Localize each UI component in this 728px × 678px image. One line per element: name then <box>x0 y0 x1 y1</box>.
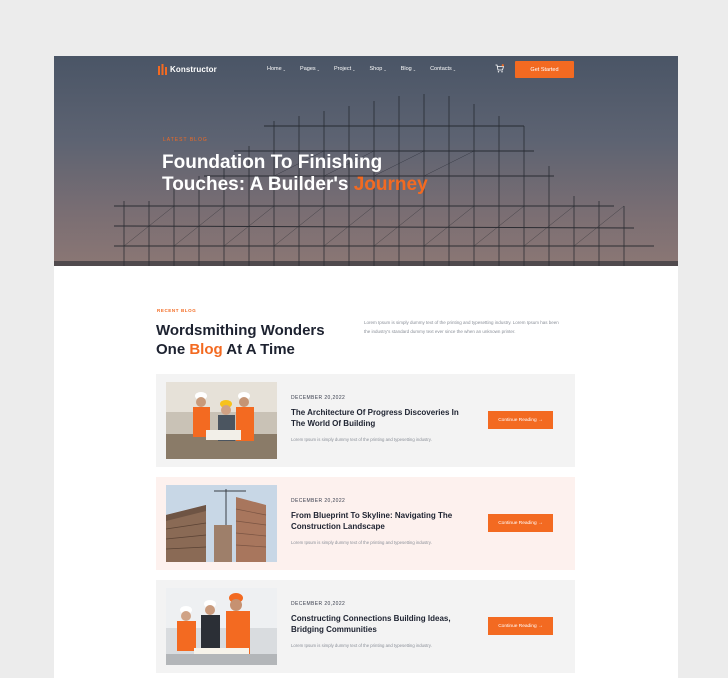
engineers-meeting-image[interactable] <box>166 588 277 665</box>
post-title[interactable]: The Architecture Of Progress Discoveries… <box>291 407 471 429</box>
blog-card: DECEMBER 20,2022 Constructing Connection… <box>156 580 575 673</box>
brand-name: Konstructor <box>170 65 217 74</box>
post-excerpt: Lorem Ipsum is simply dummy text of the … <box>291 540 432 545</box>
chevron-down-icon: ⌄ <box>452 66 457 72</box>
menu-label: Pages <box>300 66 316 72</box>
section-title-prefix: One <box>156 341 190 358</box>
continue-reading-button[interactable]: Continue Reading → <box>488 617 553 635</box>
post-date: DECEMBER 20,2022 <box>291 498 346 504</box>
section-title: Wordsmithing Wonders One Blog At A Time <box>156 321 356 359</box>
post-excerpt: Lorem Ipsum is simply dummy text of the … <box>291 643 432 648</box>
hero-title-line2: Touches: A Builder's <box>162 174 354 195</box>
blog-card: DECEMBER 20,2022 The Architecture Of Pro… <box>156 374 575 467</box>
menu-item-project[interactable]: Project ⌄ <box>334 66 355 72</box>
get-started-button[interactable]: Get Started <box>515 61 574 78</box>
blog-card: DECEMBER 20,2022 From Blueprint To Skyli… <box>156 477 575 570</box>
section-title-line1: Wordsmithing Wonders <box>156 322 325 339</box>
menu-item-pages[interactable]: Pages ⌄ <box>300 66 320 72</box>
menu-item-home[interactable]: Home ⌄ <box>267 66 286 72</box>
menu-label: Home <box>267 66 282 72</box>
chevron-down-icon: ⌄ <box>316 66 320 72</box>
post-date: DECEMBER 20,2022 <box>291 395 346 401</box>
menu-item-contacts[interactable]: Contacts ⌄ <box>430 66 456 72</box>
hero-title: Foundation To Finishing Touches: A Build… <box>162 152 482 196</box>
chevron-down-icon: ⌄ <box>412 66 417 72</box>
chevron-down-icon: ⌄ <box>352 66 356 72</box>
post-title[interactable]: Constructing Connections Building Ideas,… <box>291 613 471 635</box>
post-excerpt: Lorem Ipsum is simply dummy text of the … <box>291 437 432 442</box>
hero-eyebrow: LATEST BLOG <box>163 137 208 143</box>
hero-banner: Konstructor Home ⌄ Pages ⌄ Project ⌄ Shop ⌄ … <box>54 56 678 266</box>
menu-label: Blog <box>400 66 412 72</box>
recent-eyebrow: RECENT BLOG <box>157 308 197 313</box>
post-date: DECEMBER 20,2022 <box>291 601 346 607</box>
post-title[interactable]: From Blueprint To Skyline: Navigating Th… <box>291 510 471 532</box>
page-frame: Konstructor Home ⌄ Pages ⌄ Project ⌄ Shop ⌄ … <box>54 56 678 678</box>
section-title-suffix: At A Time <box>222 341 295 358</box>
menu-label: Shop <box>369 66 383 72</box>
buildings-under-construction-image[interactable] <box>166 485 277 562</box>
section-title-accent: Blog <box>189 341 223 358</box>
menu-label: Project <box>334 66 352 72</box>
cart-icon[interactable] <box>495 64 504 73</box>
brand-logo[interactable]: Konstructor <box>158 64 217 75</box>
menu-label: Contacts <box>430 66 452 72</box>
hero-title-line1: Foundation To Finishing <box>162 152 383 173</box>
menu-item-shop[interactable]: Shop ⌄ <box>369 66 386 72</box>
chevron-down-icon: ⌄ <box>282 66 287 72</box>
section-description: Lorem Ipsum is simply dummy text of the … <box>364 320 559 334</box>
building-bars-icon <box>158 64 167 75</box>
top-navigation: Konstructor Home ⌄ Pages ⌄ Project ⌄ Shop ⌄ … <box>54 56 678 84</box>
hero-title-accent: Journey <box>353 174 428 195</box>
workers-reviewing-plans-image[interactable] <box>166 382 277 459</box>
chevron-down-icon: ⌄ <box>383 66 387 72</box>
continue-reading-button[interactable]: Continue Reading → <box>488 411 553 429</box>
menu-item-blog[interactable]: Blog ⌄ <box>401 66 416 72</box>
main-menu: Home ⌄ Pages ⌄ Project ⌄ Shop ⌄ Blog ⌄ Contac… <box>267 66 470 72</box>
continue-reading-button[interactable]: Continue Reading → <box>488 514 553 532</box>
